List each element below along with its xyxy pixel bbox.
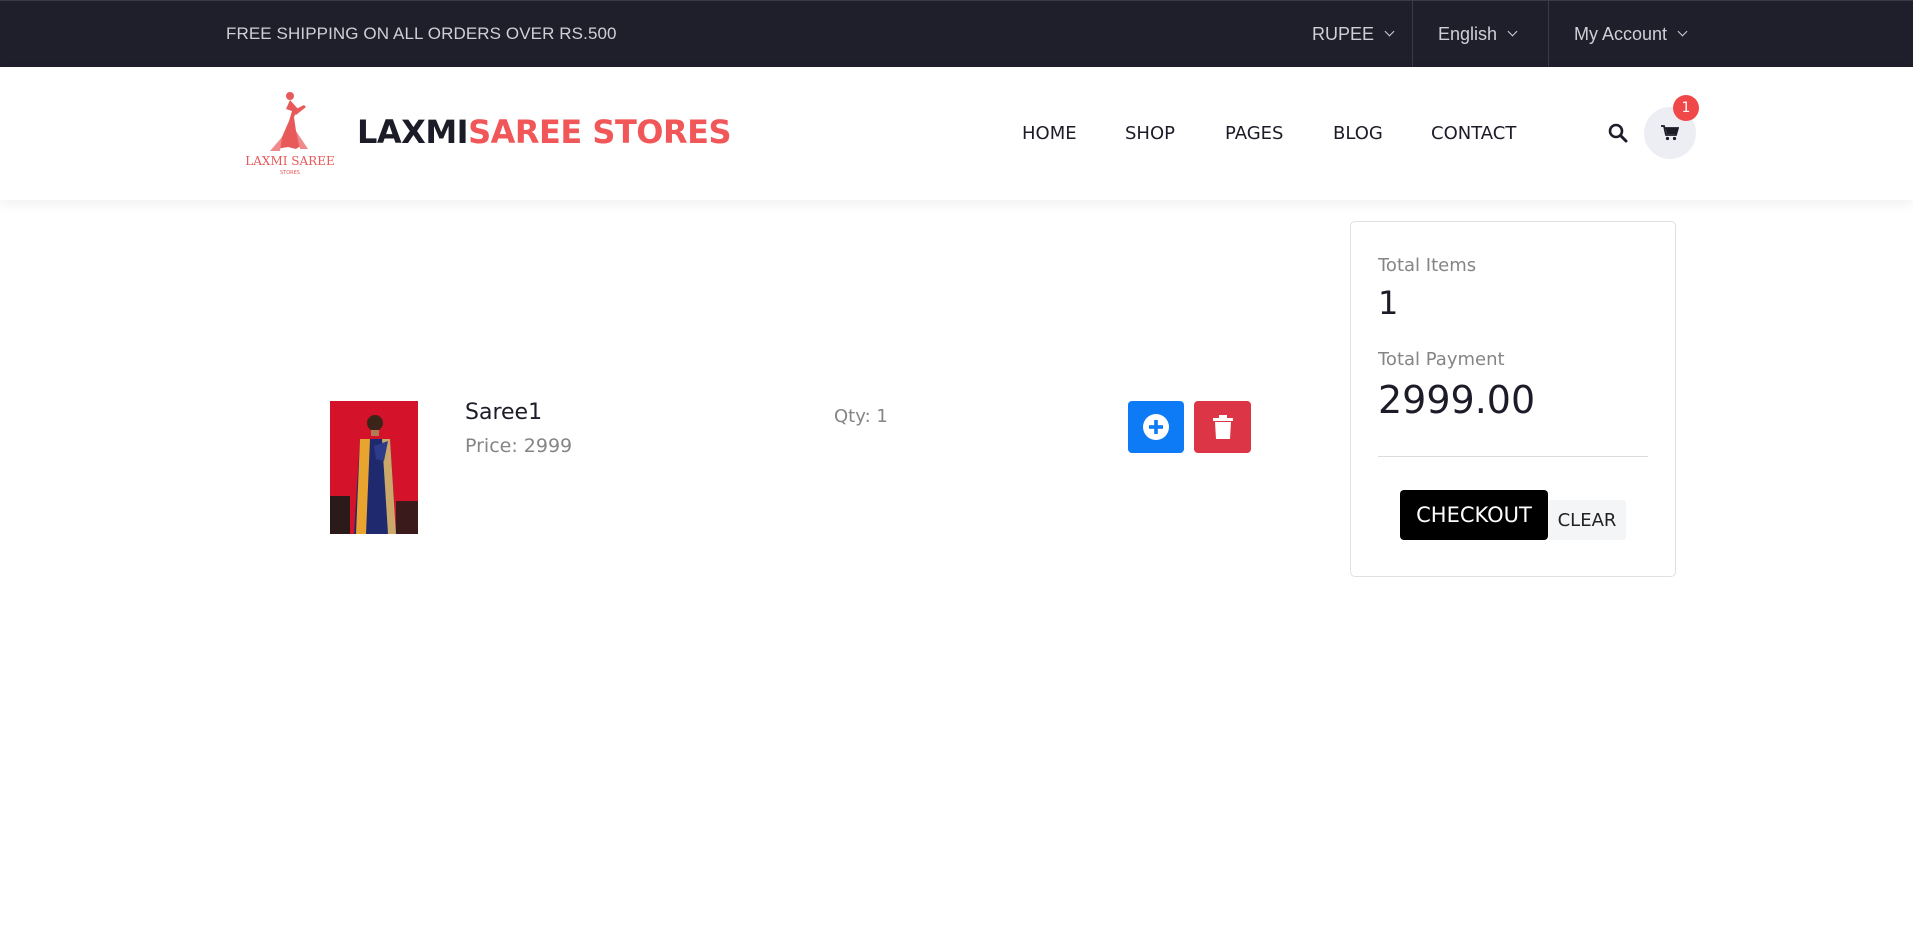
top-bar: FREE SHIPPING ON ALL ORDERS OVER RS.500 … [0, 0, 1913, 67]
chevron-down-icon [1384, 26, 1395, 37]
nav-shop[interactable]: SHOP [1125, 123, 1175, 144]
nav-pages[interactable]: PAGES [1225, 123, 1283, 144]
total-payment-value: 2999.00 [1378, 378, 1536, 422]
logo-wordmark: LAXMI SAREE [246, 154, 334, 168]
saree-product-image [330, 401, 418, 534]
shipping-promo-text: FREE SHIPPING ON ALL ORDERS OVER RS.500 [226, 24, 617, 43]
brand-name[interactable]: LAXMISAREE STORES [357, 113, 732, 151]
nav-home[interactable]: HOME [1022, 123, 1077, 144]
product-image[interactable] [330, 401, 418, 534]
logo-subtext: STORES [280, 170, 300, 176]
nav-contact[interactable]: CONTACT [1431, 123, 1516, 144]
currency-dropdown[interactable]: RUPEE [1312, 1, 1395, 67]
summary-divider [1378, 456, 1648, 457]
currency-label: RUPEE [1312, 23, 1375, 44]
language-dropdown[interactable]: English [1438, 1, 1518, 67]
product-price: Price: 2999 [465, 435, 573, 457]
site-header: LAXMI SAREE STORES LAXMISAREE STORES HOM… [0, 67, 1913, 200]
store-logo[interactable]: LAXMI SAREE STORES [245, 87, 335, 179]
total-items-value: 1 [1378, 284, 1399, 322]
increase-quantity-button[interactable] [1128, 401, 1184, 453]
language-label: English [1438, 23, 1498, 44]
total-payment-label: Total Payment [1378, 349, 1505, 370]
clear-cart-button[interactable]: CLEAR [1548, 500, 1626, 540]
cart-icon [1661, 125, 1679, 141]
product-name[interactable]: Saree1 [465, 400, 542, 425]
saree-figure-logo-icon: LAXMI SAREE STORES [245, 92, 335, 176]
trash-icon [1212, 415, 1233, 439]
brand-name-part1: LAXMI [357, 113, 469, 151]
brand-name-part2: SAREE STORES [468, 113, 732, 151]
total-items-label: Total Items [1378, 255, 1477, 276]
chevron-down-icon [1677, 26, 1688, 37]
chevron-down-icon [1507, 26, 1518, 37]
divider [1548, 1, 1549, 67]
product-quantity: Qty: 1 [834, 406, 888, 427]
search-icon[interactable] [1607, 122, 1629, 144]
nav-blog[interactable]: BLOG [1333, 123, 1383, 144]
plus-circle-icon [1143, 414, 1169, 440]
order-summary-card: Total Items 1 Total Payment 2999.00 CHEC… [1350, 221, 1676, 577]
cart-count-badge: 1 [1673, 95, 1699, 121]
checkout-button[interactable]: CHECKOUT [1400, 490, 1548, 540]
account-dropdown[interactable]: My Account [1574, 1, 1688, 67]
remove-item-button[interactable] [1194, 401, 1251, 453]
divider [1412, 1, 1413, 67]
account-label: My Account [1574, 23, 1668, 44]
